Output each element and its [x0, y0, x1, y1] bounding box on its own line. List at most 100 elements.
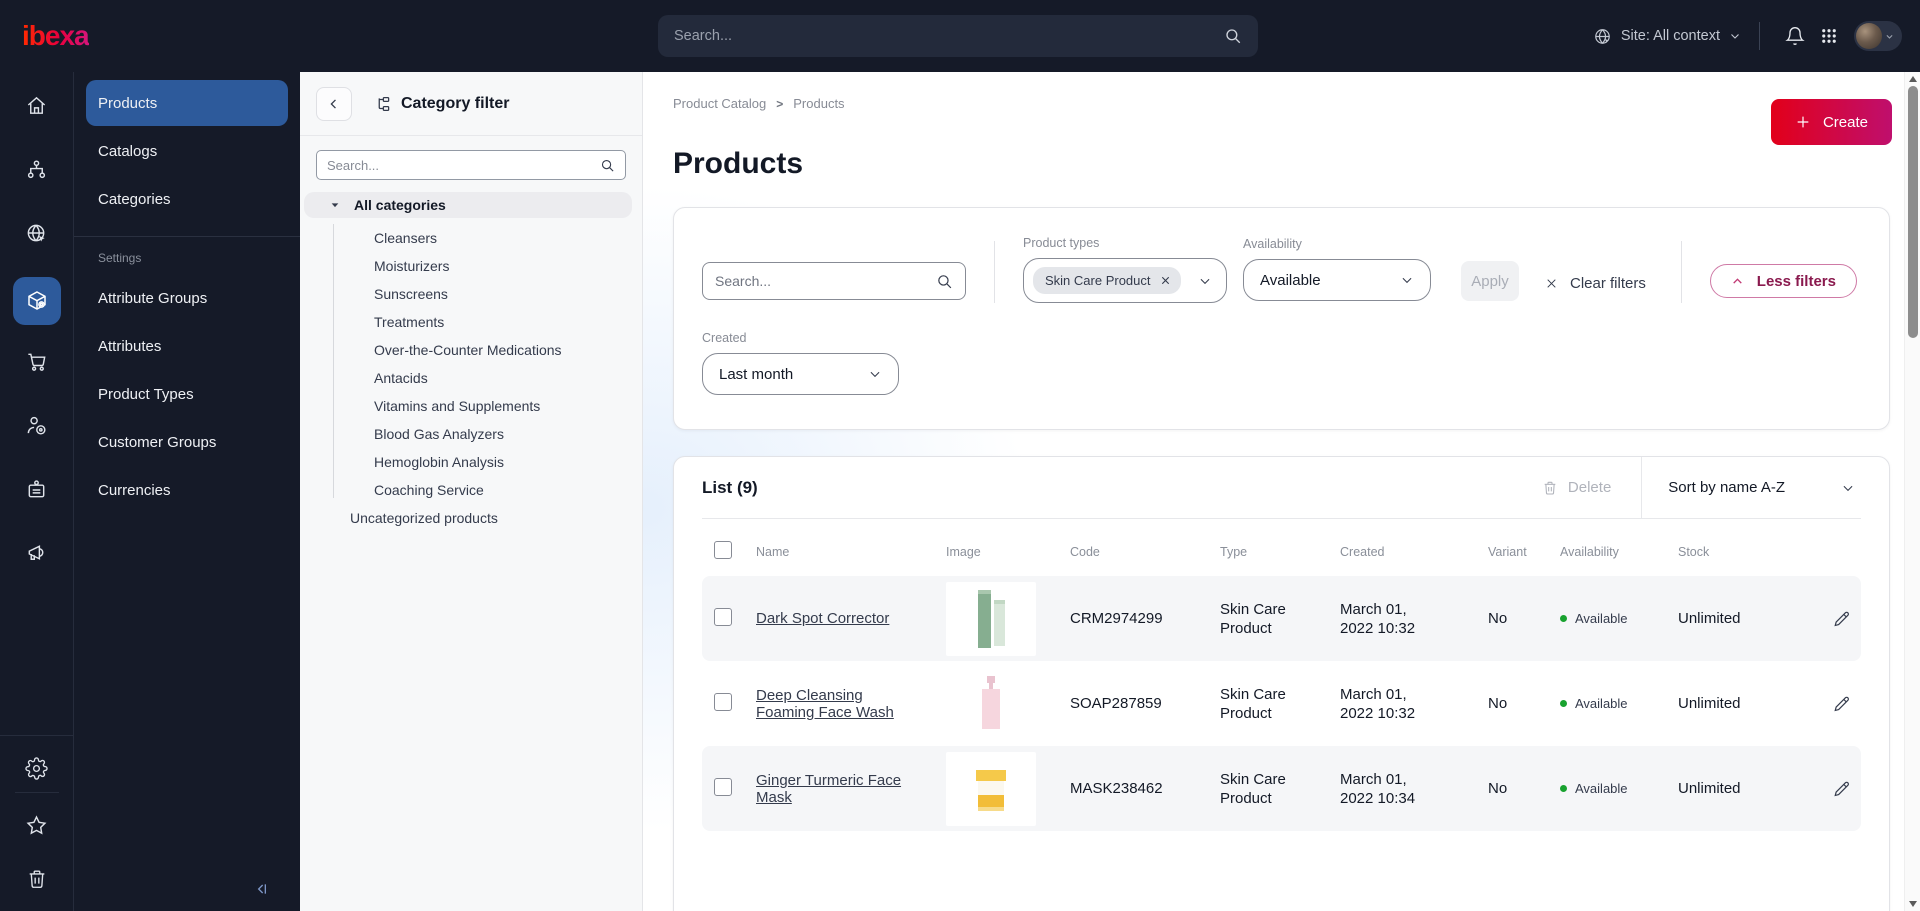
chevron-down-icon	[1841, 481, 1855, 495]
close-icon	[1545, 277, 1558, 290]
category-tree-item[interactable]: Blood Gas Analyzers	[300, 420, 642, 448]
caret-down-icon[interactable]	[330, 200, 340, 210]
ibexa-logo: ibexa	[22, 20, 90, 51]
back-chevron-button[interactable]	[316, 87, 352, 121]
apps-grid-icon[interactable]	[1812, 19, 1846, 53]
availability-label: Available	[1575, 696, 1628, 711]
site-context-selector[interactable]: Site: All context	[1593, 27, 1741, 46]
scrollbar-down-arrow[interactable]	[1909, 901, 1917, 907]
topbar-divider	[1759, 22, 1760, 50]
category-tree-item[interactable]: Coaching Service	[300, 476, 642, 504]
main-content: Product Catalog > Products Create Produc…	[643, 72, 1920, 911]
chevron-down-icon	[1885, 32, 1894, 41]
filter-search[interactable]	[702, 262, 966, 300]
select-all-checkbox[interactable]	[714, 541, 732, 559]
create-button[interactable]: Create	[1770, 99, 1892, 145]
category-tree-item[interactable]: Treatments	[300, 308, 642, 336]
category-tree-children: Cleansers Moisturizers Sunscreens Treatm…	[300, 218, 642, 504]
column-header: Variant	[1488, 544, 1527, 559]
sidebar-item[interactable]: Currencies	[86, 467, 288, 513]
category-tree-item[interactable]: Sunscreens	[300, 280, 642, 308]
rail-subdivider	[14, 792, 59, 793]
company-badge-icon[interactable]	[13, 469, 61, 509]
notifications-bell-icon[interactable]	[1778, 19, 1812, 53]
sidebar-item[interactable]: Attribute Groups	[86, 275, 288, 321]
commerce-cart-icon[interactable]	[13, 341, 61, 381]
category-tree-item[interactable]: Moisturizers	[300, 252, 642, 280]
search-icon[interactable]	[1224, 27, 1242, 45]
sidebar-divider	[74, 236, 300, 237]
scrollbar[interactable]	[1904, 72, 1920, 911]
product-type-tag: Skin Care Product	[1033, 267, 1181, 294]
product-name-link[interactable]: Deep Cleansing Foaming Face Wash	[756, 687, 906, 721]
filter-divider	[994, 241, 995, 303]
customers-icon[interactable]	[13, 405, 61, 445]
category-search-input[interactable]	[327, 157, 600, 173]
row-checkbox[interactable]	[714, 607, 732, 626]
sidebar-item[interactable]: Product Types	[86, 371, 288, 417]
breadcrumb-item: Products	[793, 96, 845, 111]
scrollbar-thumb[interactable]	[1908, 86, 1918, 338]
category-filter-panel: Category filter All categories Cleansers…	[300, 72, 643, 911]
product-types-select[interactable]: Skin Care Product	[1023, 258, 1227, 303]
rail-divider	[0, 735, 74, 736]
scrollbar-up-arrow[interactable]	[1909, 76, 1917, 82]
sidebar: Products Catalogs Categories Settings At…	[74, 72, 300, 911]
user-menu[interactable]	[1854, 21, 1902, 51]
product-image	[946, 751, 1036, 826]
settings-gear-icon[interactable]	[13, 748, 61, 788]
product-catalog-icon[interactable]	[12, 277, 61, 325]
search-icon	[936, 273, 953, 290]
sidebar-item-label: Attribute Groups	[98, 289, 208, 307]
table-row: Deep Cleansing Foaming Face Wash SOAP287…	[702, 661, 1861, 746]
table-row: Dark Spot Corrector CRM2974299 Skin Care…	[702, 576, 1861, 661]
global-search-input[interactable]	[674, 28, 1224, 44]
sidebar-item[interactable]: Attributes	[86, 323, 288, 369]
category-tree-item[interactable]: Cleansers	[300, 224, 642, 252]
row-checkbox[interactable]	[714, 777, 732, 796]
sidebar-item[interactable]: Categories	[86, 176, 288, 222]
product-name-link[interactable]: Ginger Turmeric Face Mask	[756, 772, 906, 806]
breadcrumb: Product Catalog > Products	[673, 96, 1890, 111]
edit-pencil-icon[interactable]	[1833, 695, 1851, 713]
sidebar-item[interactable]: Customer Groups	[86, 419, 288, 465]
product-name-link[interactable]: Dark Spot Corrector	[756, 610, 889, 627]
created-select[interactable]: Last month	[702, 353, 899, 395]
content-tree-icon[interactable]	[13, 149, 61, 189]
collapse-sidebar-icon[interactable]	[254, 881, 270, 897]
edit-pencil-icon[interactable]	[1833, 610, 1851, 628]
filter-search-input[interactable]	[715, 273, 936, 289]
less-filters-button[interactable]: Less filters	[1709, 264, 1857, 298]
column-header: Image	[946, 544, 981, 559]
sort-select[interactable]: Sort by name A-Z	[1668, 479, 1861, 496]
delete-button[interactable]: Delete	[1542, 479, 1611, 496]
category-search[interactable]	[316, 150, 626, 180]
row-checkbox[interactable]	[714, 692, 732, 711]
category-tree-item[interactable]: Antacids	[300, 364, 642, 392]
home-icon[interactable]	[13, 85, 61, 125]
list-title: List (9)	[702, 477, 758, 497]
category-tree-root[interactable]: All categories	[304, 192, 632, 218]
breadcrumb-item[interactable]: Product Catalog	[673, 96, 766, 111]
product-type: Skin Care Product	[1220, 600, 1286, 637]
sidebar-item-label: Catalogs	[98, 142, 158, 160]
category-tree-item[interactable]: Vitamins and Supplements	[300, 392, 642, 420]
category-tree-item[interactable]: Over-the-Counter Medications	[300, 336, 642, 364]
product-code: SOAP287859	[1070, 695, 1162, 712]
category-tree-item[interactable]: Hemoglobin Analysis	[300, 448, 642, 476]
trash-icon	[1542, 480, 1558, 496]
panel-title: Category filter	[401, 95, 510, 112]
trash-icon[interactable]	[13, 859, 61, 899]
clear-filters-button[interactable]: Clear filters	[1545, 275, 1646, 292]
apply-button[interactable]: Apply	[1461, 261, 1519, 301]
category-uncategorized-item[interactable]: Uncategorized products	[300, 504, 642, 532]
remove-tag-icon[interactable]	[1160, 275, 1171, 286]
availability-select[interactable]: Available	[1243, 259, 1431, 301]
bookmarks-star-icon[interactable]	[13, 805, 61, 845]
sidebar-item[interactable]: Products	[86, 80, 288, 126]
sidebar-item[interactable]: Catalogs	[86, 128, 288, 174]
marketing-megaphone-icon[interactable]	[13, 533, 61, 573]
global-search[interactable]	[658, 15, 1258, 57]
site-icon[interactable]	[13, 213, 61, 253]
edit-pencil-icon[interactable]	[1833, 780, 1851, 798]
